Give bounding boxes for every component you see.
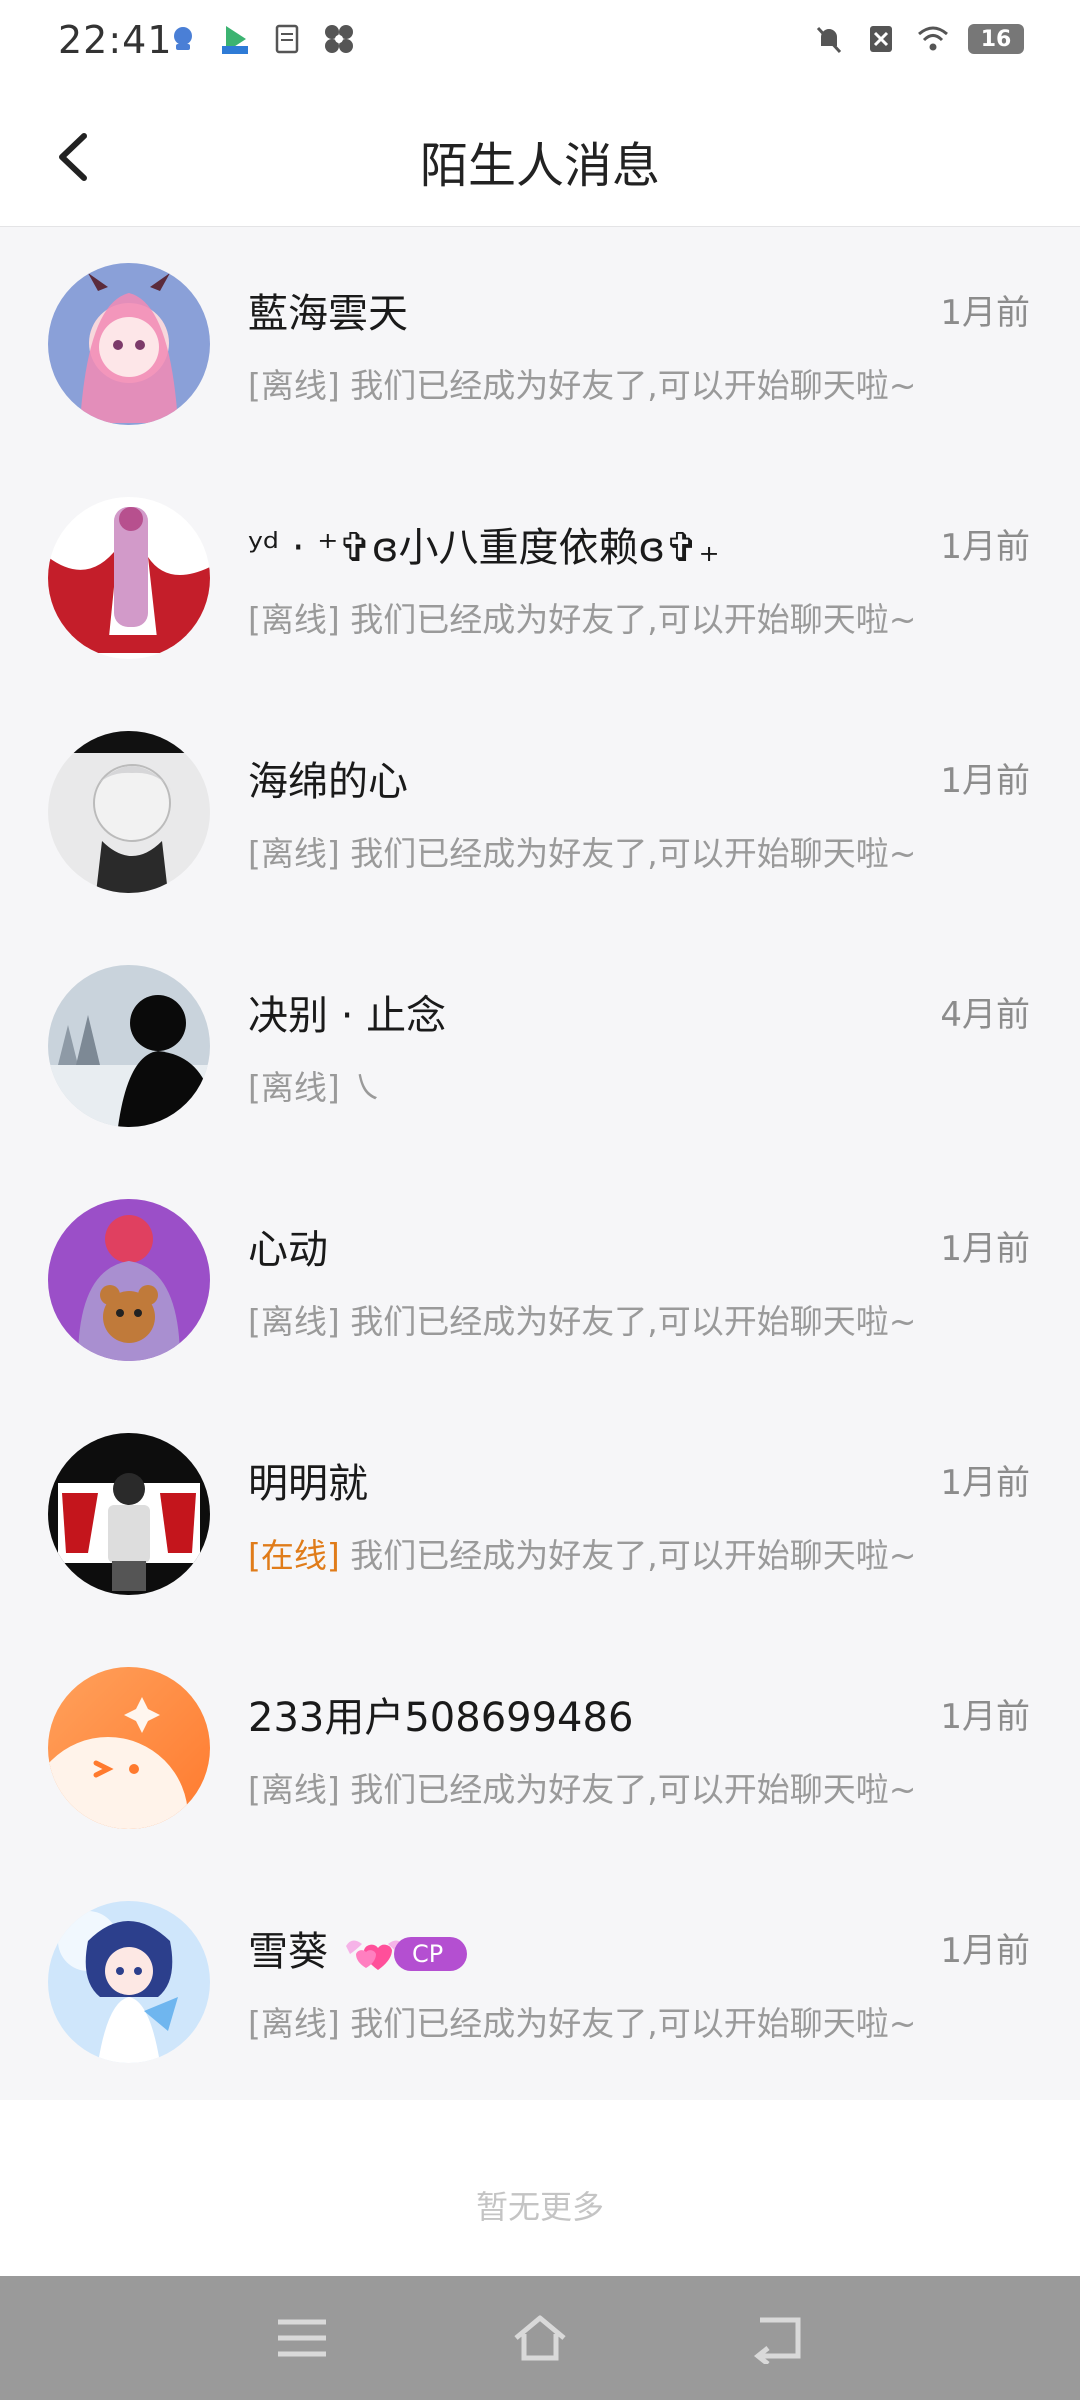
page-header: 陌生人消息 xyxy=(0,86,1080,227)
online-status: [离线] xyxy=(248,1770,340,1809)
list-end-area: 暂无更多 xyxy=(0,2100,1080,2276)
avatar[interactable] xyxy=(48,1667,210,1829)
cp-badge-label: CP xyxy=(394,1937,468,1971)
message-text: 我们已经成为好友了,可以开始聊天啦~ xyxy=(350,1536,917,1575)
message-preview: [离线] 我们已经成为好友了,可以开始聊天啦~ xyxy=(248,1997,916,2045)
avatar[interactable] xyxy=(48,1199,210,1361)
message-preview: [离线] 我们已经成为好友了,可以开始聊天啦~ xyxy=(248,593,916,641)
contact-name: 233用户508699486 xyxy=(248,1695,634,1741)
contact-name: 决别 · 止念 xyxy=(248,993,447,1039)
video-app-icon xyxy=(222,26,248,54)
conversation-row[interactable]: 藍海雲天 1月前 [离线] 我们已经成为好友了,可以开始聊天啦~ xyxy=(0,227,1080,461)
message-preview: [离线] ㇏ xyxy=(248,1061,383,1109)
conversation-row[interactable]: 233用户508699486 1月前 [离线] 我们已经成为好友了,可以开始聊天… xyxy=(0,1631,1080,1865)
conversation-row[interactable]: 雪葵 CP 1月前 [离线] 我们已经成为好友了,可以开始聊天啦~ xyxy=(0,1865,1080,2099)
contact-name: ʸᵈ · ⁺✞ɞ小八重度依赖ɞ✞₊ xyxy=(248,525,720,571)
online-status: [离线] xyxy=(248,834,340,873)
message-preview: [离线] 我们已经成为好友了,可以开始聊天啦~ xyxy=(248,1295,916,1343)
conversation-row[interactable]: 海绵的心 1月前 [离线] 我们已经成为好友了,可以开始聊天啦~ xyxy=(0,695,1080,929)
conversation-row[interactable]: 明明就 1月前 [在线] 我们已经成为好友了,可以开始聊天啦~ xyxy=(0,1397,1080,1631)
message-time: 1月前 xyxy=(940,527,1030,567)
message-text: 我们已经成为好友了,可以开始聊天啦~ xyxy=(350,1302,917,1341)
no-more-label: 暂无更多 xyxy=(475,2188,604,2226)
message-preview: [离线] 我们已经成为好友了,可以开始聊天啦~ xyxy=(248,1763,916,1811)
online-status: [离线] xyxy=(248,1068,340,1107)
menu-icon[interactable] xyxy=(274,2312,330,2364)
message-preview: [在线] 我们已经成为好友了,可以开始聊天啦~ xyxy=(248,1529,916,1577)
status-notification-icons xyxy=(166,22,356,56)
avatar[interactable] xyxy=(48,965,210,1127)
message-text: 我们已经成为好友了,可以开始聊天啦~ xyxy=(350,834,917,873)
avatar[interactable] xyxy=(48,263,210,425)
avatar[interactable] xyxy=(48,1901,210,2063)
cp-badge: CP xyxy=(342,1935,468,1973)
status-time: 22:41 xyxy=(58,18,173,62)
contact-name: 明明就 xyxy=(248,1461,368,1507)
message-text: ㇏ xyxy=(350,1068,384,1107)
contact-name: 雪葵 CP xyxy=(248,1919,468,1977)
contact-name: 心动 xyxy=(248,1227,328,1273)
conversation-list: 藍海雲天 1月前 [离线] 我们已经成为好友了,可以开始聊天啦~ ʸᵈ · ⁺✞… xyxy=(0,227,1080,2099)
contact-name: 海绵的心 xyxy=(248,759,408,805)
message-time: 1月前 xyxy=(940,1463,1030,1503)
message-text: 我们已经成为好友了,可以开始聊天啦~ xyxy=(350,366,917,405)
online-status: [离线] xyxy=(248,366,340,405)
system-navigation-bar xyxy=(0,2276,1080,2400)
no-sim-icon xyxy=(870,26,892,52)
page-title: 陌生人消息 xyxy=(419,138,660,194)
document-icon xyxy=(275,24,299,54)
message-time: 1月前 xyxy=(940,1229,1030,1269)
back-icon[interactable] xyxy=(752,2312,808,2364)
status-system-icons: 16 xyxy=(812,22,1024,56)
conversation-row[interactable]: ʸᵈ · ⁺✞ɞ小八重度依赖ɞ✞₊ 1月前 [离线] 我们已经成为好友了,可以开… xyxy=(0,461,1080,695)
message-preview: [离线] 我们已经成为好友了,可以开始聊天啦~ xyxy=(248,359,916,407)
online-status: [离线] xyxy=(248,2004,340,2043)
message-time: 1月前 xyxy=(940,1697,1030,1737)
message-time: 1月前 xyxy=(940,1931,1030,1971)
online-status: [在线] xyxy=(248,1536,340,1575)
message-text: 我们已经成为好友了,可以开始聊天啦~ xyxy=(350,600,917,639)
contact-name: 藍海雲天 xyxy=(248,291,408,337)
online-status: [离线] xyxy=(248,600,340,639)
message-time: 1月前 xyxy=(940,761,1030,801)
home-icon[interactable] xyxy=(512,2312,568,2364)
message-time: 1月前 xyxy=(940,293,1030,333)
online-status: [离线] xyxy=(248,1302,340,1341)
contact-name-text: 雪葵 xyxy=(248,1929,328,1975)
message-text: 我们已经成为好友了,可以开始聊天啦~ xyxy=(350,1770,917,1809)
mute-bell-icon xyxy=(816,26,842,54)
message-preview: [离线] 我们已经成为好友了,可以开始聊天啦~ xyxy=(248,827,916,875)
conversation-row[interactable]: 心动 1月前 [离线] 我们已经成为好友了,可以开始聊天啦~ xyxy=(0,1163,1080,1397)
message-time: 4月前 xyxy=(940,995,1030,1035)
app-notification-icon xyxy=(174,27,192,50)
avatar[interactable] xyxy=(48,1433,210,1595)
status-bar: 22:41 16 xyxy=(0,0,1080,86)
conversation-row[interactable]: 决别 · 止念 4月前 [离线] ㇏ xyxy=(0,929,1080,1163)
avatar[interactable] xyxy=(48,497,210,659)
battery-indicator: 16 xyxy=(968,24,1024,54)
message-text: 我们已经成为好友了,可以开始聊天啦~ xyxy=(350,2004,917,2043)
fan-icon xyxy=(325,25,353,53)
avatar[interactable] xyxy=(48,731,210,893)
wifi-icon xyxy=(918,26,948,51)
